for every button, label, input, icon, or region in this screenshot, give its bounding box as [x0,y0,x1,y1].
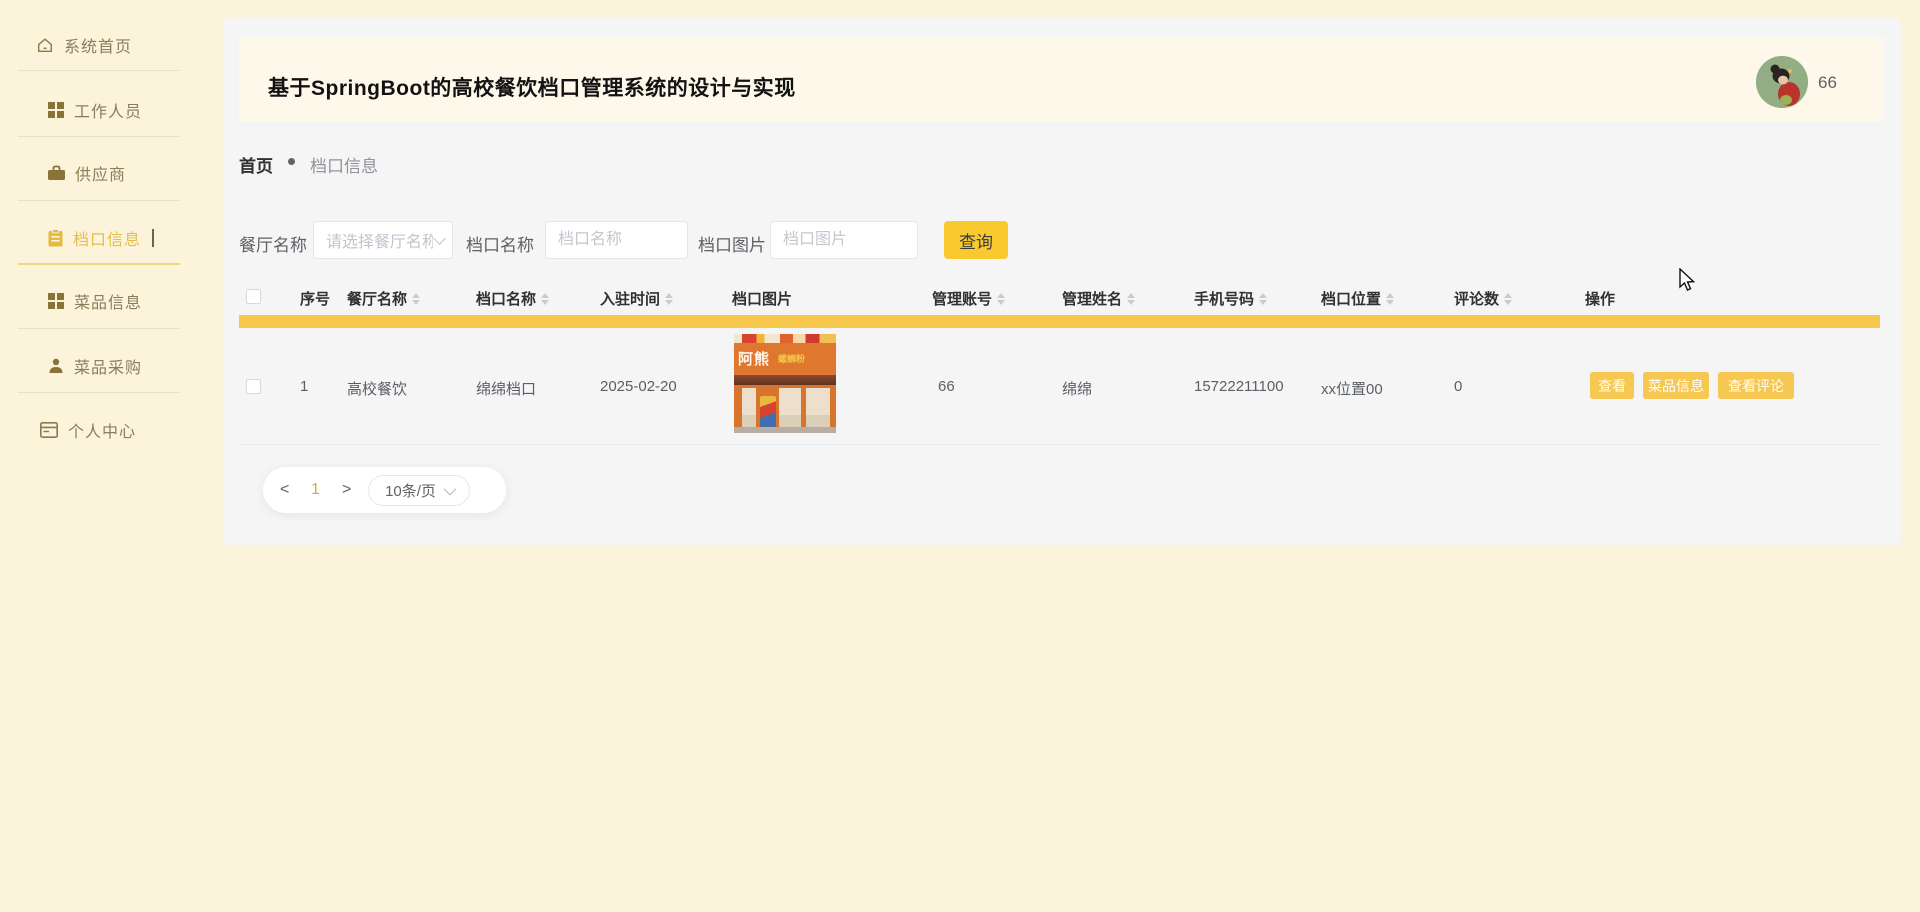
sort-icon[interactable] [997,292,1006,305]
sort-icon[interactable] [412,292,421,305]
breadcrumb-separator-dot [288,158,295,165]
text-caret [152,229,155,247]
sidebar-item-dish-info[interactable]: 菜品信息 [48,288,142,314]
grid-icon [48,102,64,118]
column-header-restaurant[interactable]: 餐厅名称 [347,288,421,309]
restaurant-name-label: 餐厅名称 [239,236,307,255]
stall-image-input[interactable] [770,221,918,259]
sidebar-item-dish-purchase[interactable]: 菜品采购 [48,353,142,379]
sidebar-item-profile[interactable]: 个人中心 [40,417,136,443]
home-icon [36,36,54,54]
row-checkbox[interactable] [246,379,261,394]
dish-info-button[interactable]: 菜品信息 [1643,372,1709,399]
storefront-door [806,388,830,427]
column-header-index: 序号 [300,291,331,308]
sort-icon[interactable] [665,292,674,305]
view-button[interactable]: 查看 [1590,372,1634,399]
view-comments-button[interactable]: 查看评论 [1718,372,1794,399]
sidebar-divider-active [18,263,180,265]
column-header-join-date[interactable]: 入驻时间 [600,288,674,309]
cell-manager: 绵绵 [1062,381,1093,398]
sort-icon[interactable] [1259,292,1268,305]
cell-restaurant: 高校餐饮 [347,381,408,398]
restaurant-select-placeholder: 请选择餐厅名称 [326,234,434,251]
stall-image-label: 档口图片 [698,236,766,255]
sidebar-item-supplier[interactable]: 供应商 [48,160,126,186]
breadcrumb-current: 档口信息 [310,157,378,176]
briefcase-icon [48,165,65,181]
mouse-cursor [1679,268,1696,291]
column-header-comments[interactable]: 评论数 [1454,288,1513,309]
restaurant-select[interactable]: 请选择餐厅名称 [313,221,453,259]
sidebar-divider [18,328,180,329]
column-header-phone[interactable]: 手机号码 [1194,288,1268,309]
sort-icon[interactable] [1504,292,1513,305]
storefront-sign-sub: 螺蛳粉 [778,354,806,364]
sidebar-item-label: 菜品信息 [74,295,143,312]
storefront-mural [760,396,776,427]
column-header-account[interactable]: 管理账号 [932,288,1006,309]
page-size-value: 10条/页 [385,483,436,500]
column-header-actions: 操作 [1585,291,1616,308]
storefront-sign: 阿熊 螺蛳粉 [734,343,836,375]
storefront-door [779,388,801,427]
next-page-button[interactable]: > [342,481,351,499]
cell-comments: 0 [1454,378,1463,395]
chevron-down-icon [443,482,457,496]
table-header-accent-bar [239,315,1880,328]
row-separator [239,444,1880,445]
chevron-down-icon [433,231,447,245]
sidebar: 系统首页 工作人员 供应商 档口信息 菜品信息 菜品采购 个人中心 [0,0,224,912]
sort-icon[interactable] [1127,292,1136,305]
sidebar-item-label: 档口信息 [73,232,142,249]
sidebar-item-label: 个人中心 [68,424,137,441]
storefront-window [742,388,756,427]
column-header-manager[interactable]: 管理姓名 [1062,288,1136,309]
stall-name-label: 档口名称 [466,236,534,255]
column-header-image: 档口图片 [732,291,793,308]
sidebar-item-stall-info[interactable]: 档口信息 [48,225,155,251]
prev-page-button[interactable]: < [280,481,289,499]
cell-join-date: 2025-02-20 [600,378,677,395]
sidebar-item-staff[interactable]: 工作人员 [48,97,142,123]
storefront-art-strip [734,334,836,343]
sort-icon[interactable] [541,292,550,305]
clipboard-icon [48,229,63,247]
breadcrumb-home[interactable]: 首页 [239,152,273,177]
cell-phone: 15722211100 [1194,378,1284,395]
page-size-select[interactable]: 10条/页 [368,475,470,506]
cell-stall: 绵绵档口 [476,381,537,398]
sidebar-item-label: 工作人员 [74,104,143,121]
search-button[interactable]: 查询 [944,221,1008,259]
sidebar-divider [18,136,180,137]
sidebar-divider [18,200,180,201]
user-name: 66 [1818,73,1837,92]
sidebar-item-label: 系统首页 [64,39,133,56]
sidebar-item-home[interactable]: 系统首页 [36,32,132,58]
cell-index: 1 [300,378,309,395]
stall-name-input[interactable] [545,221,688,259]
user-avatar[interactable] [1756,56,1808,108]
sidebar-item-label: 菜品采购 [74,360,143,377]
sidebar-divider [18,392,180,393]
user-icon [48,358,64,374]
stall-photo[interactable]: 阿熊 螺蛳粉 [734,334,836,433]
current-page[interactable]: 1 [311,481,320,499]
idcard-icon [40,422,58,438]
grid-icon [48,293,64,309]
sidebar-item-label: 供应商 [75,167,127,184]
column-header-location[interactable]: 档口位置 [1321,288,1395,309]
sidebar-divider [18,70,180,71]
column-header-stall[interactable]: 档口名称 [476,288,550,309]
storefront-sign-main: 阿熊 [738,351,771,368]
sort-icon[interactable] [1386,292,1395,305]
cell-account: 66 [938,378,955,395]
storefront-ground [734,427,836,433]
select-all-checkbox[interactable] [246,289,261,304]
storefront-awning [734,375,836,385]
page-title: 基于SpringBoot的高校餐饮档口管理系统的设计与实现 [268,77,796,100]
avatar-illustration [1756,56,1808,108]
cell-location: xx位置00 [1321,381,1383,398]
